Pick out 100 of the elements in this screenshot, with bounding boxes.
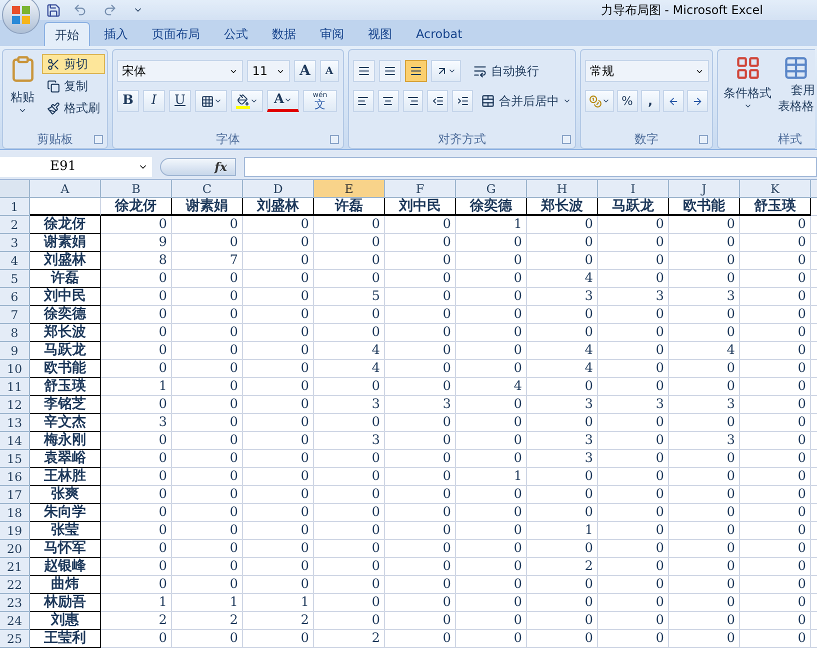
redo-icon[interactable] <box>103 3 117 17</box>
table-cell: 4 <box>669 342 740 360</box>
clipboard-action[interactable]: 复制 <box>42 76 105 96</box>
table-cell: 0 <box>456 450 527 468</box>
format-as-table-button[interactable]: 套用 表格格 <box>777 54 815 130</box>
ribbon-tab[interactable]: 视图 <box>358 22 402 46</box>
paste-button[interactable]: 粘贴 <box>5 54 40 130</box>
table-cell: 0 <box>172 342 243 360</box>
font-size-dropdown[interactable]: 11 <box>247 60 290 82</box>
horizontal-align-button[interactable] <box>402 90 424 112</box>
table-cell: 0 <box>598 486 669 504</box>
lines-icon <box>384 65 396 77</box>
comma-button[interactable]: , <box>640 90 660 112</box>
undo-icon[interactable] <box>73 3 87 17</box>
vertical-align-button[interactable] <box>405 60 427 82</box>
row-header[interactable]: 20 <box>0 540 30 558</box>
table-cell: 0 <box>172 558 243 576</box>
decrease-decimal-button[interactable] <box>686 90 708 112</box>
table-cell: 7 <box>172 252 243 270</box>
row-header[interactable]: 1 <box>0 198 30 216</box>
column-header[interactable]: J <box>669 180 740 198</box>
fill-color-button[interactable] <box>231 90 263 112</box>
row-header[interactable]: 15 <box>0 450 30 468</box>
merge-center-button[interactable]: 合并后居中 <box>480 92 571 110</box>
font-name-dropdown[interactable]: 宋体 <box>117 60 244 82</box>
font-style-button[interactable]: I <box>143 90 165 112</box>
horizontal-align-button[interactable] <box>378 90 399 112</box>
formula-input[interactable] <box>244 156 817 176</box>
row-header[interactable]: 8 <box>0 324 30 342</box>
number-format-dropdown[interactable]: 常规 <box>585 60 709 82</box>
table-cell: 0 <box>314 522 385 540</box>
ribbon-tab[interactable]: Acrobat <box>406 22 472 46</box>
increase-decimal-button[interactable] <box>662 90 684 112</box>
orientation-button[interactable] <box>431 60 461 82</box>
formula-button[interactable]: fx <box>160 158 236 176</box>
table-cell: 0 <box>598 522 669 540</box>
table-cell: 0 <box>314 576 385 594</box>
currency-button[interactable] <box>585 90 614 112</box>
column-header[interactable]: F <box>385 180 456 198</box>
ribbon-tab[interactable]: 插入 <box>94 22 138 46</box>
grid-icon <box>734 54 760 82</box>
table-cell: 3 <box>527 396 598 414</box>
column-header[interactable]: K <box>740 180 811 198</box>
vertical-align-button[interactable] <box>379 60 401 82</box>
row-header[interactable]: 6 <box>0 288 30 306</box>
row-header[interactable]: 5 <box>0 270 30 288</box>
wrap-text-button[interactable]: 自动换行 <box>473 62 539 80</box>
row-header[interactable]: 19 <box>0 522 30 540</box>
row-header[interactable]: 2 <box>0 216 30 234</box>
row-header[interactable]: 17 <box>0 486 30 504</box>
row-header[interactable]: 23 <box>0 594 30 612</box>
row-header[interactable]: 14 <box>0 432 30 450</box>
row-header[interactable]: 12 <box>0 396 30 414</box>
table-cell: 0 <box>740 540 811 558</box>
ribbon-tab[interactable]: 公式 <box>214 22 258 46</box>
horizontal-align-button[interactable] <box>353 90 374 112</box>
row-header[interactable]: 21 <box>0 558 30 576</box>
column-header[interactable]: E <box>314 180 385 198</box>
column-header[interactable]: B <box>101 180 172 198</box>
column-header[interactable]: H <box>527 180 598 198</box>
table-cell: 0 <box>243 270 314 288</box>
ribbon-tab[interactable]: 数据 <box>262 22 306 46</box>
table-cell: 0 <box>669 576 740 594</box>
row-header[interactable]: 22 <box>0 576 30 594</box>
row-header[interactable]: 16 <box>0 468 30 486</box>
table-cell: 1 <box>456 468 527 486</box>
row-header[interactable]: 7 <box>0 306 30 324</box>
row-header[interactable]: 25 <box>0 630 30 648</box>
column-header[interactable]: A <box>30 180 101 198</box>
row-header[interactable]: 4 <box>0 252 30 270</box>
table-cell: 0 <box>243 486 314 504</box>
ribbon-tab[interactable]: 页面布局 <box>142 22 210 46</box>
increase-indent-button[interactable] <box>452 90 473 112</box>
row-header[interactable]: 10 <box>0 360 30 378</box>
name-box[interactable]: E91 <box>0 156 152 176</box>
borders-button[interactable] <box>195 90 227 112</box>
row-header[interactable]: 24 <box>0 612 30 630</box>
row-header[interactable]: 9 <box>0 342 30 360</box>
ribbon-tab[interactable]: 审阅 <box>310 22 354 46</box>
row-header[interactable]: 13 <box>0 414 30 432</box>
grow-font-button[interactable]: A <box>294 60 316 82</box>
save-icon[interactable] <box>46 2 61 18</box>
vertical-align-button[interactable] <box>353 60 375 82</box>
font-style-button[interactable]: U <box>169 90 191 112</box>
clipboard-action[interactable]: 剪切 <box>42 54 105 74</box>
font-style-button[interactable]: B <box>117 90 139 112</box>
decrease-indent-button[interactable] <box>427 90 448 112</box>
font-color-button[interactable]: A <box>267 90 299 112</box>
table-cell: 0 <box>243 396 314 414</box>
shrink-font-button[interactable]: A <box>320 60 339 82</box>
percent-button[interactable]: % <box>616 90 638 112</box>
row-header[interactable]: 11 <box>0 378 30 396</box>
conditional-format-button[interactable]: 条件格式 <box>720 54 775 130</box>
column-header[interactable]: I <box>598 180 669 198</box>
row-header[interactable]: 18 <box>0 504 30 522</box>
row-header[interactable]: 3 <box>0 234 30 252</box>
column-header[interactable]: G <box>456 180 527 198</box>
column-header[interactable]: C <box>172 180 243 198</box>
clipboard-action[interactable]: 格式刷 <box>42 98 105 118</box>
ribbon-tab[interactable]: 开始 <box>44 22 90 46</box>
